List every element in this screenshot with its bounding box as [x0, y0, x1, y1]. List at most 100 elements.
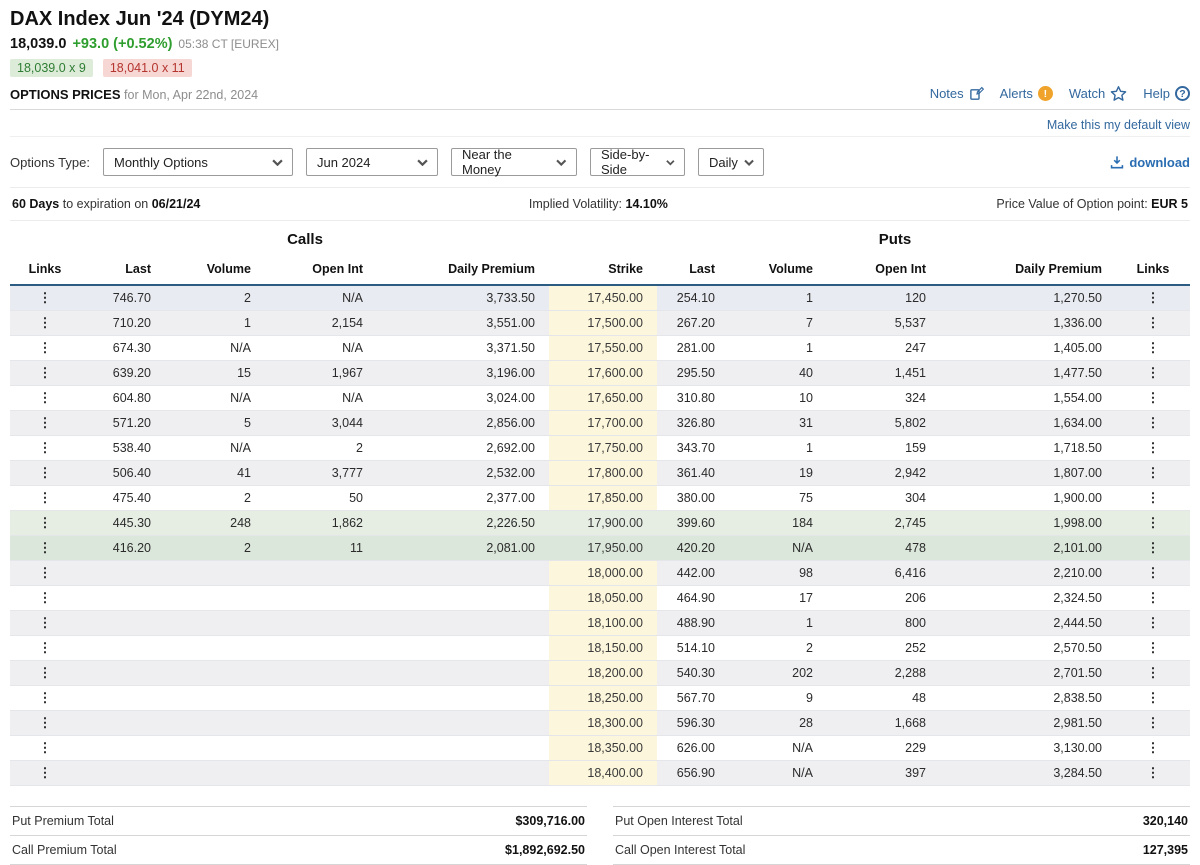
- call-links-menu[interactable]: ⋮: [10, 486, 80, 511]
- call-premium-cell: [377, 686, 549, 711]
- put-links-menu[interactable]: ⋮: [1116, 686, 1190, 711]
- help-link[interactable]: Help ?: [1143, 86, 1190, 101]
- total-value: 127,395: [1143, 843, 1188, 857]
- call-links-menu[interactable]: ⋮: [10, 536, 80, 561]
- call-links-menu[interactable]: ⋮: [10, 761, 80, 786]
- put-links-menu[interactable]: ⋮: [1116, 761, 1190, 786]
- put-links-menu[interactable]: ⋮: [1116, 386, 1190, 411]
- alerts-link[interactable]: Alerts !: [1000, 86, 1053, 101]
- put-links-menu[interactable]: ⋮: [1116, 561, 1190, 586]
- kebab-menu-icon: ⋮: [1147, 665, 1160, 680]
- strike-cell: 17,550.00: [549, 336, 657, 361]
- put-links-menu[interactable]: ⋮: [1116, 711, 1190, 736]
- put-last-cell: 596.30: [657, 711, 729, 736]
- put-premium-cell: 2,101.00: [940, 536, 1116, 561]
- put-volume-cell: 1: [729, 285, 827, 311]
- chevron-down-icon: [417, 159, 428, 166]
- call-volume-cell: 15: [165, 361, 265, 386]
- total-row: Put Open Interest Total320,140: [613, 806, 1190, 835]
- section-title: OPTIONS PRICES for Mon, Apr 22nd, 2024: [10, 87, 258, 102]
- put-volume-cell: N/A: [729, 761, 827, 786]
- put-links-menu[interactable]: ⋮: [1116, 586, 1190, 611]
- call-links-menu[interactable]: ⋮: [10, 336, 80, 361]
- call-links-menu[interactable]: ⋮: [10, 611, 80, 636]
- table-row: ⋮18,300.00596.30281,6682,981.50⋮: [10, 711, 1190, 736]
- download-button[interactable]: download: [1110, 155, 1190, 170]
- strike-cell: 18,200.00: [549, 661, 657, 686]
- call-open-int-cell: N/A: [265, 336, 377, 361]
- put-links-menu[interactable]: ⋮: [1116, 361, 1190, 386]
- expiration-info: 60 Days to expiration on 06/21/24: [12, 197, 200, 211]
- put-links-menu[interactable]: ⋮: [1116, 311, 1190, 336]
- point-value-info: Price Value of Option point: EUR 5: [996, 197, 1188, 211]
- put-last-cell: 442.00: [657, 561, 729, 586]
- put-links-menu[interactable]: ⋮: [1116, 511, 1190, 536]
- put-open-int-cell: 304: [827, 486, 940, 511]
- call-premium-cell: [377, 711, 549, 736]
- call-links-menu[interactable]: ⋮: [10, 561, 80, 586]
- put-last-cell: 464.90: [657, 586, 729, 611]
- call-links-menu[interactable]: ⋮: [10, 636, 80, 661]
- call-volume-cell: 2: [165, 536, 265, 561]
- kebab-menu-icon: ⋮: [1147, 365, 1160, 380]
- call-links-menu[interactable]: ⋮: [10, 386, 80, 411]
- put-links-menu[interactable]: ⋮: [1116, 536, 1190, 561]
- put-links-menu[interactable]: ⋮: [1116, 636, 1190, 661]
- table-header-row: Links Last Volume Open Int Daily Premium…: [10, 256, 1190, 285]
- kebab-menu-icon: ⋮: [39, 615, 52, 630]
- call-links-menu[interactable]: ⋮: [10, 586, 80, 611]
- options-type-select[interactable]: Monthly Options: [103, 148, 293, 176]
- put-volume-cell: 202: [729, 661, 827, 686]
- call-open-int-cell: [265, 586, 377, 611]
- kebab-menu-icon: ⋮: [39, 715, 52, 730]
- frequency-select[interactable]: Daily: [698, 148, 764, 176]
- put-links-menu[interactable]: ⋮: [1116, 285, 1190, 311]
- call-last-cell: [80, 561, 165, 586]
- chevron-down-icon: [556, 159, 567, 166]
- put-volume-cell: 31: [729, 411, 827, 436]
- put-links-menu[interactable]: ⋮: [1116, 661, 1190, 686]
- call-links-menu[interactable]: ⋮: [10, 411, 80, 436]
- call-links-menu[interactable]: ⋮: [10, 511, 80, 536]
- call-links-menu[interactable]: ⋮: [10, 461, 80, 486]
- put-open-int-cell: 1,451: [827, 361, 940, 386]
- kebab-menu-icon: ⋮: [1147, 315, 1160, 330]
- kebab-menu-icon: ⋮: [1147, 515, 1160, 530]
- point-value: EUR 5: [1151, 197, 1188, 211]
- moneyness-select[interactable]: Near the Money: [451, 148, 577, 176]
- call-links-menu[interactable]: ⋮: [10, 311, 80, 336]
- page-title: DAX Index Jun '24 (DYM24): [10, 8, 1190, 31]
- chevron-down-icon: [272, 159, 283, 166]
- kebab-menu-icon: ⋮: [1147, 540, 1160, 555]
- call-links-menu[interactable]: ⋮: [10, 436, 80, 461]
- call-links-menu[interactable]: ⋮: [10, 736, 80, 761]
- call-links-menu[interactable]: ⋮: [10, 285, 80, 311]
- make-default-view-link[interactable]: Make this my default view: [1047, 118, 1190, 132]
- put-volume-cell: N/A: [729, 536, 827, 561]
- call-links-menu[interactable]: ⋮: [10, 661, 80, 686]
- call-premium-cell: [377, 636, 549, 661]
- call-volume-cell: [165, 636, 265, 661]
- call-links-menu[interactable]: ⋮: [10, 361, 80, 386]
- put-open-int-cell: 6,416: [827, 561, 940, 586]
- put-premium-cell: 2,324.50: [940, 586, 1116, 611]
- put-links-menu[interactable]: ⋮: [1116, 611, 1190, 636]
- put-links-menu[interactable]: ⋮: [1116, 411, 1190, 436]
- put-links-menu[interactable]: ⋮: [1116, 736, 1190, 761]
- total-row: Call Open Interest Total127,395: [613, 835, 1190, 865]
- call-links-menu[interactable]: ⋮: [10, 711, 80, 736]
- watch-link[interactable]: Watch: [1069, 85, 1127, 102]
- call-last-cell: [80, 711, 165, 736]
- put-open-int-cell: 159: [827, 436, 940, 461]
- put-premium-cell: 1,405.00: [940, 336, 1116, 361]
- put-links-menu[interactable]: ⋮: [1116, 461, 1190, 486]
- expiration-month-select[interactable]: Jun 2024: [306, 148, 438, 176]
- put-open-int-cell: 397: [827, 761, 940, 786]
- call-links-menu[interactable]: ⋮: [10, 686, 80, 711]
- put-volume-cell: 2: [729, 636, 827, 661]
- put-links-menu[interactable]: ⋮: [1116, 336, 1190, 361]
- view-mode-select[interactable]: Side-by-Side: [590, 148, 685, 176]
- put-links-menu[interactable]: ⋮: [1116, 486, 1190, 511]
- put-links-menu[interactable]: ⋮: [1116, 436, 1190, 461]
- notes-link[interactable]: Notes: [930, 86, 984, 101]
